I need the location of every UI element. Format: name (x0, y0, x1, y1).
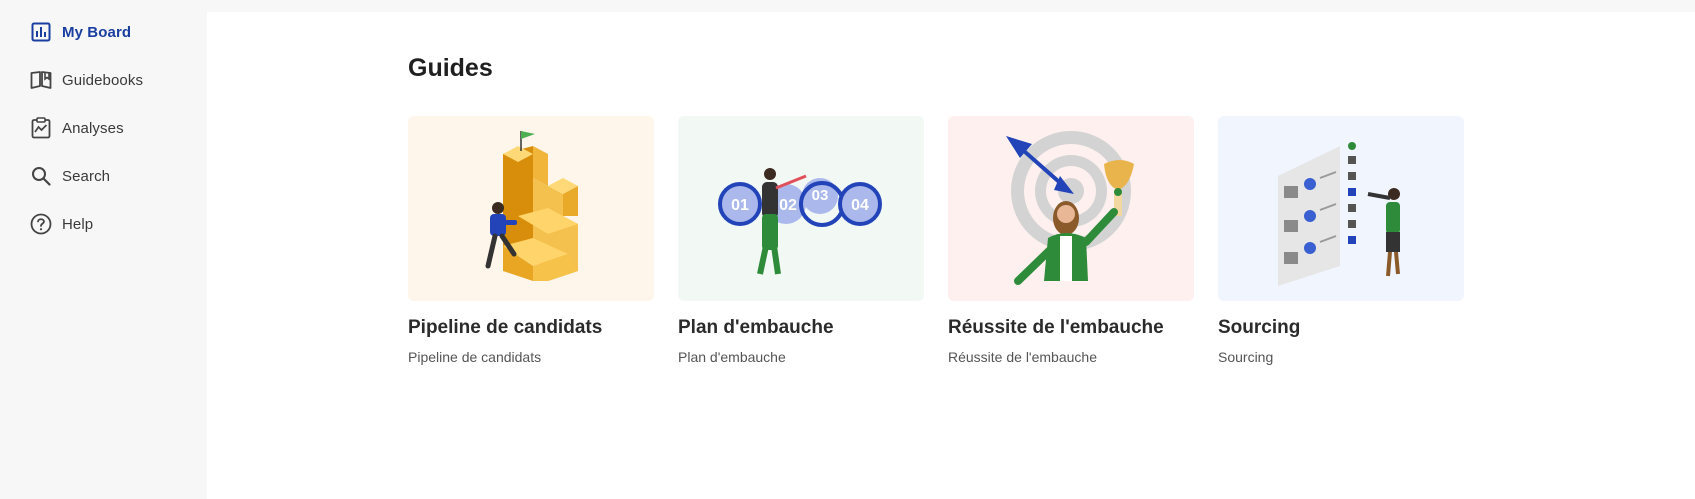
sidebar-item-label: My Board (62, 23, 132, 41)
sidebar-item-label: Guidebooks (62, 71, 144, 89)
card-title: Sourcing (1218, 317, 1301, 338)
card-thumbnail (1218, 116, 1464, 301)
guide-card-reussite[interactable]: Réussite de l'embauche Réussite de l'emb… (948, 116, 1194, 365)
card-thumbnail (948, 116, 1194, 301)
card-thumbnail (408, 116, 654, 301)
sidebar-item-analyses[interactable]: Analyses (30, 114, 200, 142)
sidebar-item-search[interactable]: Search (30, 162, 200, 190)
sidebar-item-my-board[interactable]: My Board (30, 18, 200, 46)
help-icon (30, 213, 52, 235)
guide-card-plan[interactable]: 01 02 03 04 Plan d'embauche Plan d'embau… (678, 116, 924, 365)
search-icon (30, 165, 52, 187)
sidebar-item-label: Search (62, 167, 111, 185)
sidebar-item-label: Analyses (62, 119, 124, 137)
card-subtitle: Plan d'embauche (678, 349, 786, 365)
clipboard-chart-icon (30, 117, 52, 139)
target-trophy-illustration (1006, 131, 1134, 285)
card-subtitle: Pipeline de candidats (408, 349, 542, 365)
card-title: Réussite de l'embauche (948, 317, 1164, 338)
guide-card-sourcing[interactable]: Sourcing Sourcing (1218, 116, 1464, 365)
step-label: 04 (851, 197, 869, 214)
sidebar-item-label: Help (62, 215, 94, 233)
step-label: 03 (812, 187, 829, 204)
guide-card-pipeline[interactable]: Pipeline de candidats Pipeline de candid… (408, 116, 654, 365)
step-label: 01 (731, 197, 749, 214)
card-title: Plan d'embauche (678, 317, 834, 338)
board-icon (30, 21, 52, 43)
sidebar-item-guidebooks[interactable]: Guidebooks (30, 66, 200, 94)
steps-plan-illustration: 01 02 03 04 (718, 168, 882, 275)
card-subtitle: Sourcing (1218, 349, 1274, 365)
book-icon (30, 69, 52, 91)
stairs-climber-illustration (485, 131, 578, 281)
page-title: Guides (408, 54, 493, 82)
sidebar: My Board Guidebooks Analyses Search Help (0, 0, 206, 499)
main-content: Guides Pipeline de candidats Pipeline de… (207, 12, 1695, 499)
sourcing-telescope-illustration (1278, 142, 1400, 286)
card-thumbnail: 01 02 03 04 (678, 116, 924, 301)
card-subtitle: Réussite de l'embauche (948, 349, 1097, 365)
sidebar-item-help[interactable]: Help (30, 210, 200, 238)
step-label: 02 (779, 197, 797, 214)
card-title: Pipeline de candidats (408, 317, 603, 338)
